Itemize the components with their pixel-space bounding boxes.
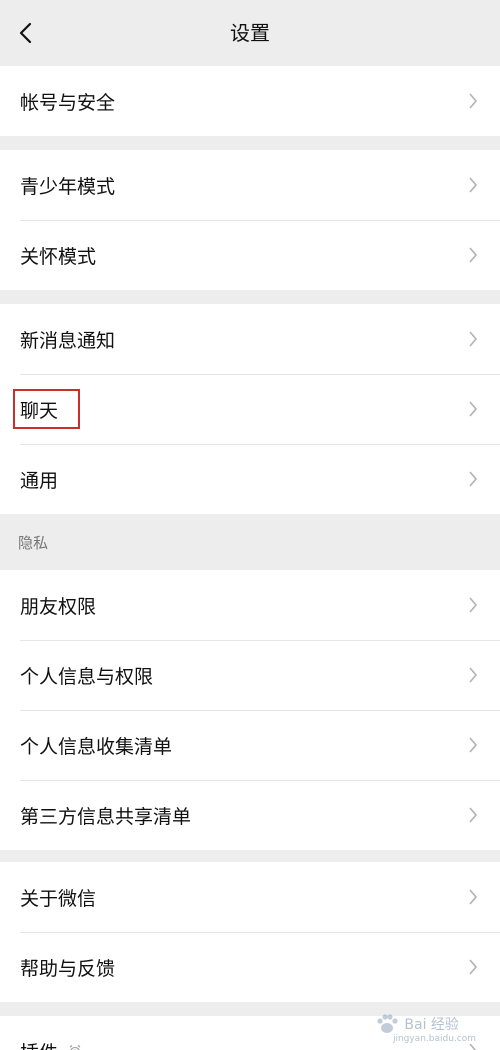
settings-item-label: 青少年模式 <box>20 175 116 198</box>
chevron-right-icon <box>469 667 478 683</box>
settings-item-personal-info-permissions[interactable]: 个人信息与权限 <box>0 640 500 710</box>
chevron-right-icon <box>469 401 478 417</box>
settings-group-account: 帐号与安全 <box>0 66 500 136</box>
settings-group-about: 关于微信 帮助与反馈 <box>0 862 500 1002</box>
settings-item-account-security[interactable]: 帐号与安全 <box>0 66 500 136</box>
page-title: 设置 <box>230 21 270 45</box>
settings-item-label: 通用 <box>20 469 59 492</box>
settings-item-friend-permissions[interactable]: 朋友权限 <box>0 570 500 640</box>
chevron-right-icon <box>469 737 478 753</box>
watermark-url: jingyan.baidu.com <box>392 1034 476 1044</box>
settings-item-label: 聊天 <box>20 399 59 422</box>
settings-item-help-feedback[interactable]: 帮助与反馈 <box>0 932 500 1002</box>
chevron-right-icon <box>469 331 478 347</box>
settings-group-privacy: 朋友权限 个人信息与权限 个人信息收集清单 第三方信息共享清单 <box>0 570 500 850</box>
settings-item-label: 第三方信息共享清单 <box>20 805 192 828</box>
chevron-right-icon <box>469 807 478 823</box>
settings-item-label: 关怀模式 <box>20 245 97 268</box>
watermark: Bai 经验 jingyan.baidu.com <box>374 1004 476 1044</box>
settings-item-care-mode[interactable]: 关怀模式 <box>0 220 500 290</box>
chevron-right-icon <box>469 889 478 905</box>
settings-item-label: 帐号与安全 <box>20 91 116 114</box>
chevron-right-icon <box>469 247 478 263</box>
settings-item-label: 个人信息收集清单 <box>20 735 173 758</box>
settings-item-teen-mode[interactable]: 青少年模式 <box>0 150 500 220</box>
settings-item-label: 新消息通知 <box>20 329 116 352</box>
settings-item-notifications[interactable]: 新消息通知 <box>0 304 500 374</box>
chevron-right-icon <box>469 959 478 975</box>
chevron-right-icon <box>469 471 478 487</box>
watermark-text: Bai 经验 <box>404 1017 459 1033</box>
settings-item-label: 插件 <box>20 1038 58 1050</box>
alarm-clock-icon <box>69 1045 81 1050</box>
section-header-privacy: 隐私 <box>0 514 500 570</box>
chevron-right-icon <box>469 93 478 109</box>
settings-item-third-party-sharing-list[interactable]: 第三方信息共享清单 <box>0 780 500 850</box>
settings-item-about-wechat[interactable]: 关于微信 <box>0 862 500 932</box>
chevron-right-icon <box>469 597 478 613</box>
settings-item-label: 关于微信 <box>20 887 97 910</box>
settings-group-features: 新消息通知 聊天 通用 <box>0 304 500 514</box>
settings-item-general[interactable]: 通用 <box>0 444 500 514</box>
settings-item-label: 帮助与反馈 <box>20 957 116 980</box>
settings-item-label: 个人信息与权限 <box>20 665 154 688</box>
settings-item-label: 朋友权限 <box>20 595 97 618</box>
settings-group-modes: 青少年模式 关怀模式 <box>0 150 500 290</box>
settings-item-chat[interactable]: 聊天 <box>0 374 500 444</box>
nav-bar: 设置 <box>0 0 500 66</box>
settings-item-info-collection-list[interactable]: 个人信息收集清单 <box>0 710 500 780</box>
chevron-right-icon <box>469 177 478 193</box>
